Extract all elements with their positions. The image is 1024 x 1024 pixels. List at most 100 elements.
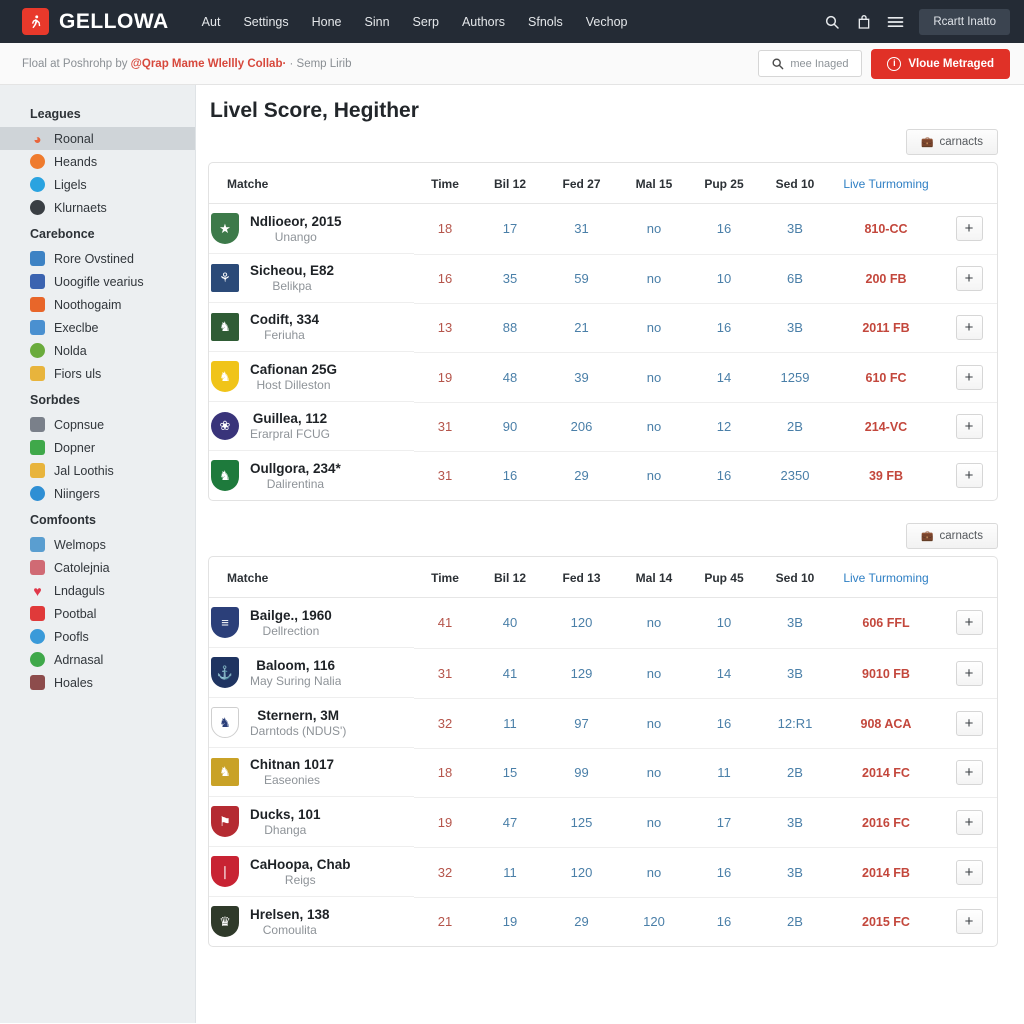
sidebar-item-dopner[interactable]: Dopner	[0, 436, 195, 459]
table-row[interactable]: ♞ Oullgora, 234* Dalirentina 31 16 29 no 16 2350…	[209, 451, 997, 500]
contacts-button[interactable]: 💼 carnacts	[906, 523, 998, 549]
cell-live: 606 FFL	[831, 597, 941, 649]
nav-link-hone[interactable]: Hone	[312, 15, 342, 29]
add-row-button[interactable]: +	[955, 809, 983, 835]
sidebar-item-noothogaim[interactable]: Noothogaim	[0, 293, 195, 316]
credit-author-link[interactable]: @Qrap Mame Wlellly Collab·	[131, 58, 287, 70]
cell-value: 39	[574, 369, 589, 385]
manage-cta-button[interactable]: i Vloue Metraged	[871, 48, 1010, 79]
sidebar-item-welmops[interactable]: Welmops	[0, 533, 195, 556]
nav-link-authors[interactable]: Authors	[462, 15, 505, 29]
sidebar-item-hoales[interactable]: Hoales	[0, 671, 195, 694]
table-row[interactable]: ⚘ Sicheou, E82 Belikpa 16 35 59 no 10 6B 200 FB +	[209, 254, 997, 304]
actions-cell: +	[941, 897, 997, 946]
sidebar-item-lndaguls[interactable]: ♥ Lndaguls	[0, 579, 195, 602]
table-row[interactable]: ★ Ndlioeor, 2015 Unango 18 17 31 no 16 3B 810-CC +	[209, 203, 997, 255]
add-row-button[interactable]: +	[955, 266, 983, 291]
sidebar-item-adrnasal[interactable]: Adrnasal	[0, 648, 195, 671]
add-row-button[interactable]: +	[955, 315, 983, 340]
sidebar-item-niingers[interactable]: Niingers	[0, 482, 195, 505]
match-subtitle: Easeonies	[263, 773, 321, 787]
target-icon	[30, 652, 45, 667]
nav-link-settings[interactable]: Settings	[243, 15, 288, 29]
table-row[interactable]: ⚓ Baloom, 116 May Suring Nalia 31 41 129 no 14 3…	[209, 648, 997, 699]
table-row[interactable]: ❀ Guillea, 112 Erarpral FCUG 31 90 206 no 12 2B 2…	[209, 402, 997, 452]
add-row-button[interactable]: +	[955, 364, 983, 390]
sidebar-item-klurnaets[interactable]: Klurnaets	[0, 196, 195, 219]
cell-value: 606 FFL	[862, 616, 910, 631]
sidebar-item-poofls[interactable]: Poofls	[0, 625, 195, 648]
column-header-live-turmoming[interactable]: Live Turmoming	[831, 557, 941, 598]
briefcase-icon: 💼	[921, 136, 934, 148]
table-row[interactable]: ♞ Chitnan 1017 Easeonies 18 15 99 no 11 2B 2014 F…	[209, 748, 997, 798]
nav-link-aut[interactable]: Aut	[202, 15, 221, 29]
sidebar-item-label: Fiors uls	[54, 366, 102, 381]
sidebar-item-jal-loothis[interactable]: Jal Loothis	[0, 459, 195, 482]
table-row[interactable]: ≡ Bailge., 1960 Dellrection 41 40 120 no 10 3B 60…	[209, 597, 997, 649]
sidebar-item-heands[interactable]: Heands	[0, 150, 195, 173]
sidebar-item-fiors-uls[interactable]: Fiors uls	[0, 362, 195, 385]
match-title: Oullgora, 234*	[250, 460, 341, 476]
search-input[interactable]: mee Inaged	[758, 50, 863, 77]
cell-value: 41	[502, 665, 518, 681]
add-row-button[interactable]: +	[955, 859, 983, 885]
add-row-button[interactable]: +	[955, 760, 983, 785]
sidebar-item-rore-ovstined[interactable]: Rore Ovstined	[0, 247, 195, 270]
account-cta-button[interactable]: Rcartt Inatto	[919, 8, 1010, 35]
actions-cell: +	[941, 597, 997, 649]
table-row[interactable]: ♞ Codift, 334 Feriuha 13 88 21 no 16 3B 2011 FB +	[209, 303, 997, 353]
match-title: Baloom, 116	[256, 657, 336, 673]
sidebar-item-copnsue[interactable]: Copnsue	[0, 413, 195, 436]
flag-icon	[30, 675, 45, 690]
sidebar-item-uoogifle-vearius[interactable]: Uoogifle vearius	[0, 270, 195, 293]
mail-icon	[30, 297, 45, 312]
nav-link-sinn[interactable]: Sinn	[365, 15, 390, 29]
cell-sed: 12:R1	[759, 698, 831, 749]
brand-logo[interactable]: GELLOWA	[22, 8, 169, 35]
column-header-matche: Matche	[209, 163, 414, 204]
nav-link-sfnols[interactable]: Sfnols	[528, 15, 563, 29]
add-row-button[interactable]: +	[955, 660, 983, 686]
pin-icon	[30, 606, 45, 621]
table-row[interactable]: ♞ Cafionan 25G Host Dilleston 19 48 39 no 14 125…	[209, 352, 997, 403]
sidebar-item-label: Dopner	[54, 440, 95, 455]
cell-value: 120	[643, 914, 665, 930]
sidebar-item-catolejnia[interactable]: Catolejnia	[0, 556, 195, 579]
add-row-button[interactable]: +	[955, 710, 983, 736]
cell-value: 15	[502, 765, 518, 780]
sidebar-item-execlbe[interactable]: Execlbe	[0, 316, 195, 339]
table-row[interactable]: ❘ CaHoopa, Chab Reigs 32 11 120 no 16 3B 2014 FB +	[209, 847, 997, 898]
actions-cell: +	[941, 698, 997, 749]
cell-live: 214-VC	[831, 402, 941, 452]
actions-cell: +	[941, 748, 997, 798]
sidebar-item-pootbal[interactable]: Pootbal	[0, 602, 195, 625]
match-title: Codift, 334	[250, 312, 320, 327]
match-subtitle: May Suring Nalia	[250, 673, 342, 688]
hamburger-menu-icon[interactable]	[887, 13, 904, 30]
contacts-button[interactable]: 💼 carnacts	[906, 129, 998, 155]
cell-value: 12:R1	[777, 715, 813, 731]
sidebar-item-ligels[interactable]: Ligels	[0, 173, 195, 196]
sidebar-item-roonal[interactable]: ◕ Roonal	[0, 127, 195, 150]
add-row-button[interactable]: +	[955, 610, 983, 636]
nav-right-actions: Rcartt Inatto	[823, 8, 1010, 35]
table-row[interactable]: ⚑ Ducks, 101 Dhanga 19 47 125 no 17 3B 2016 FC +	[209, 797, 997, 848]
cell-value: 21	[574, 320, 589, 335]
table-row[interactable]: ♛ Hrelsen, 138 Comoulita 21 19 29 120 16 2B 2015 …	[209, 897, 997, 946]
column-header-live-turmoming[interactable]: Live Turmoming	[831, 163, 941, 204]
add-row-button[interactable]: +	[955, 414, 983, 439]
table-row[interactable]: ♞ Sternern, 3M Darntods (NDUS') 32 11 97 no 16 1…	[209, 698, 997, 749]
sidebar-item-label: Hoales	[54, 675, 93, 690]
cell-fed: 129	[544, 648, 619, 699]
nav-link-serp[interactable]: Serp	[413, 15, 439, 29]
nav-link-vechop[interactable]: Vechop	[586, 15, 628, 29]
cell-value: 1259	[780, 369, 810, 385]
sidebar-item-nolda[interactable]: Nolda	[0, 339, 195, 362]
cell-pup: 16	[689, 847, 759, 898]
search-icon[interactable]	[823, 13, 840, 30]
add-row-button[interactable]: +	[955, 909, 983, 935]
bag-icon[interactable]	[855, 13, 872, 30]
cell-value: 11	[717, 765, 731, 780]
add-row-button[interactable]: +	[955, 216, 983, 242]
add-row-button[interactable]: +	[955, 463, 983, 489]
